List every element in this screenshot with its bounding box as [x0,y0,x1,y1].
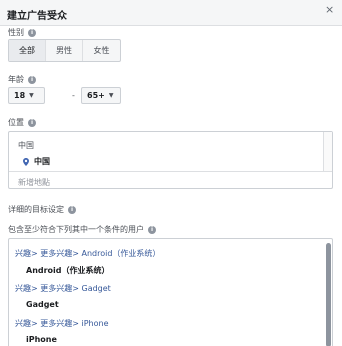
location-scrollbar[interactable] [323,132,332,171]
location-country-header: 中国 [18,141,34,150]
map-pin-icon [23,157,29,166]
age-min-dropdown[interactable]: 18 ▼ [8,87,45,104]
dialog-header: 建立广告受众 × [0,0,342,26]
location-divider [9,171,332,172]
include-label-text: 包含至少符合下列其中一个条件的用户 [8,225,144,234]
info-icon[interactable]: i [28,118,36,127]
info-icon[interactable]: i [28,28,36,37]
age-max-dropdown[interactable]: 65+ ▼ [81,87,121,104]
detailed-targeting-label: 详细的目标设定 i [8,204,76,215]
location-label-text: 位置 [8,118,24,127]
gender-option-female[interactable]: 女性 [83,40,120,61]
gender-option-all[interactable]: 全部 [9,40,46,61]
location-item-label: 中国 [34,157,50,166]
age-label-text: 年龄 [8,75,24,84]
targeting-item[interactable]: Android（作业系统） [26,265,110,276]
age-label: 年龄 i [8,74,36,85]
targeting-path[interactable]: 兴趣> 更多兴趣> Gadget [15,283,111,294]
targeting-item[interactable]: iPhone [26,335,57,344]
info-icon[interactable]: i [28,75,36,84]
age-max-value: 65+ [87,91,105,100]
location-item[interactable]: 中国 [23,156,50,167]
include-label: 包含至少符合下列其中一个条件的用户 i [8,224,156,235]
targeting-path[interactable]: 兴趣> 更多兴趣> iPhone [15,318,109,329]
chevron-down-icon: ▼ [108,92,114,99]
dialog-title: 建立广告受众 [7,11,67,22]
age-min-value: 18 [14,91,26,100]
location-add-input[interactable]: 新增地點 [18,177,50,188]
location-box: 中国 中国 新增地點 [8,131,333,189]
location-label: 位置 i [8,117,36,128]
gender-option-male[interactable]: 男性 [46,40,83,61]
gender-selector: 全部 男性 女性 [8,39,121,62]
detailed-targeting-label-text: 详细的目标设定 [8,205,64,214]
targeting-item[interactable]: Gadget [26,300,59,309]
targeting-path[interactable]: 兴趣> 更多兴趣> Android（作业系统） [15,248,160,259]
gender-label: 性别 i [8,27,36,38]
chevron-down-icon: ▼ [29,92,34,99]
targeting-scrollbar[interactable] [326,243,331,346]
age-separator: - [72,91,75,100]
close-icon[interactable]: × [325,4,334,16]
info-icon[interactable]: i [148,225,156,234]
info-icon[interactable]: i [68,205,76,214]
detailed-targeting-box: 兴趣> 更多兴趣> Android（作业系统） Android（作业系统） 兴趣… [8,238,333,346]
gender-label-text: 性别 [8,28,24,37]
